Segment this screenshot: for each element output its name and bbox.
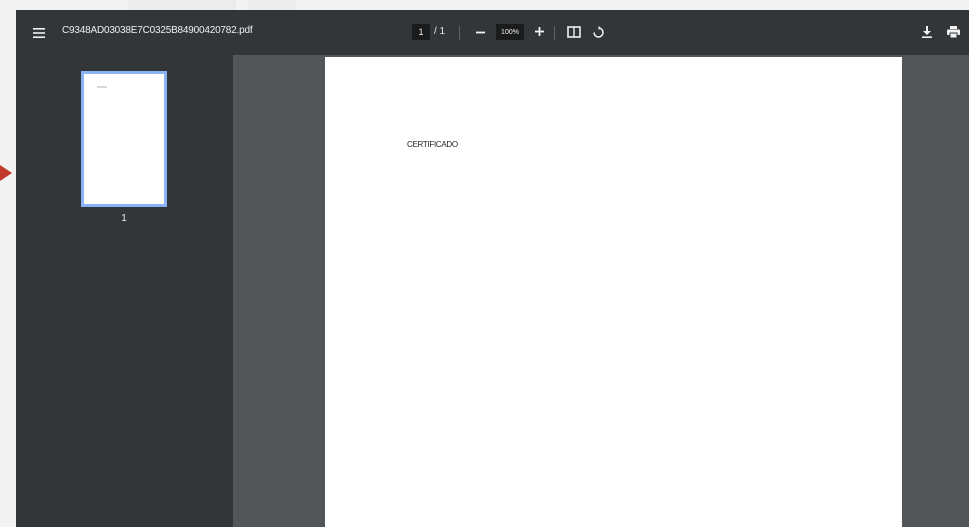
red-arrow-icon: [0, 165, 12, 181]
thumbnail-text-line: [97, 86, 107, 88]
print-icon: [946, 26, 960, 38]
viewer-toolbar: C9348AD03038E7C0325B84900420782.pdf 1 / …: [16, 10, 969, 55]
zoom-level-input[interactable]: 100%: [496, 24, 524, 40]
toolbar-divider: [459, 26, 460, 40]
hamburger-menu-icon[interactable]: [28, 22, 50, 44]
print-button[interactable]: [943, 22, 963, 42]
document-viewport[interactable]: CERTIFICADO: [233, 55, 969, 527]
plus-icon: [534, 26, 544, 36]
pdf-viewer: C9348AD03038E7C0325B84900420782.pdf 1 / …: [16, 10, 969, 527]
page-number-input[interactable]: 1: [412, 24, 430, 40]
pdf-page: CERTIFICADO: [325, 57, 902, 527]
zoom-out-button[interactable]: [471, 22, 489, 42]
file-name: C9348AD03038E7C0325B84900420782.pdf: [62, 25, 253, 36]
page-thumbnail[interactable]: [81, 71, 167, 207]
download-button[interactable]: [918, 22, 936, 42]
page-count: / 1: [434, 26, 446, 37]
download-icon: [922, 26, 932, 38]
fit-to-page-button[interactable]: [564, 22, 584, 42]
minus-icon: [475, 31, 485, 33]
rotate-button[interactable]: [588, 22, 608, 42]
zoom-in-button[interactable]: [530, 21, 548, 41]
rotate-icon: [592, 25, 604, 38]
certificate-heading: CERTIFICADO: [407, 140, 458, 149]
fit-to-page-icon: [567, 26, 581, 38]
thumbnail-sidebar: 1: [16, 55, 233, 527]
toolbar-divider: [554, 26, 555, 40]
thumbnail-page-number: 1: [121, 213, 127, 224]
